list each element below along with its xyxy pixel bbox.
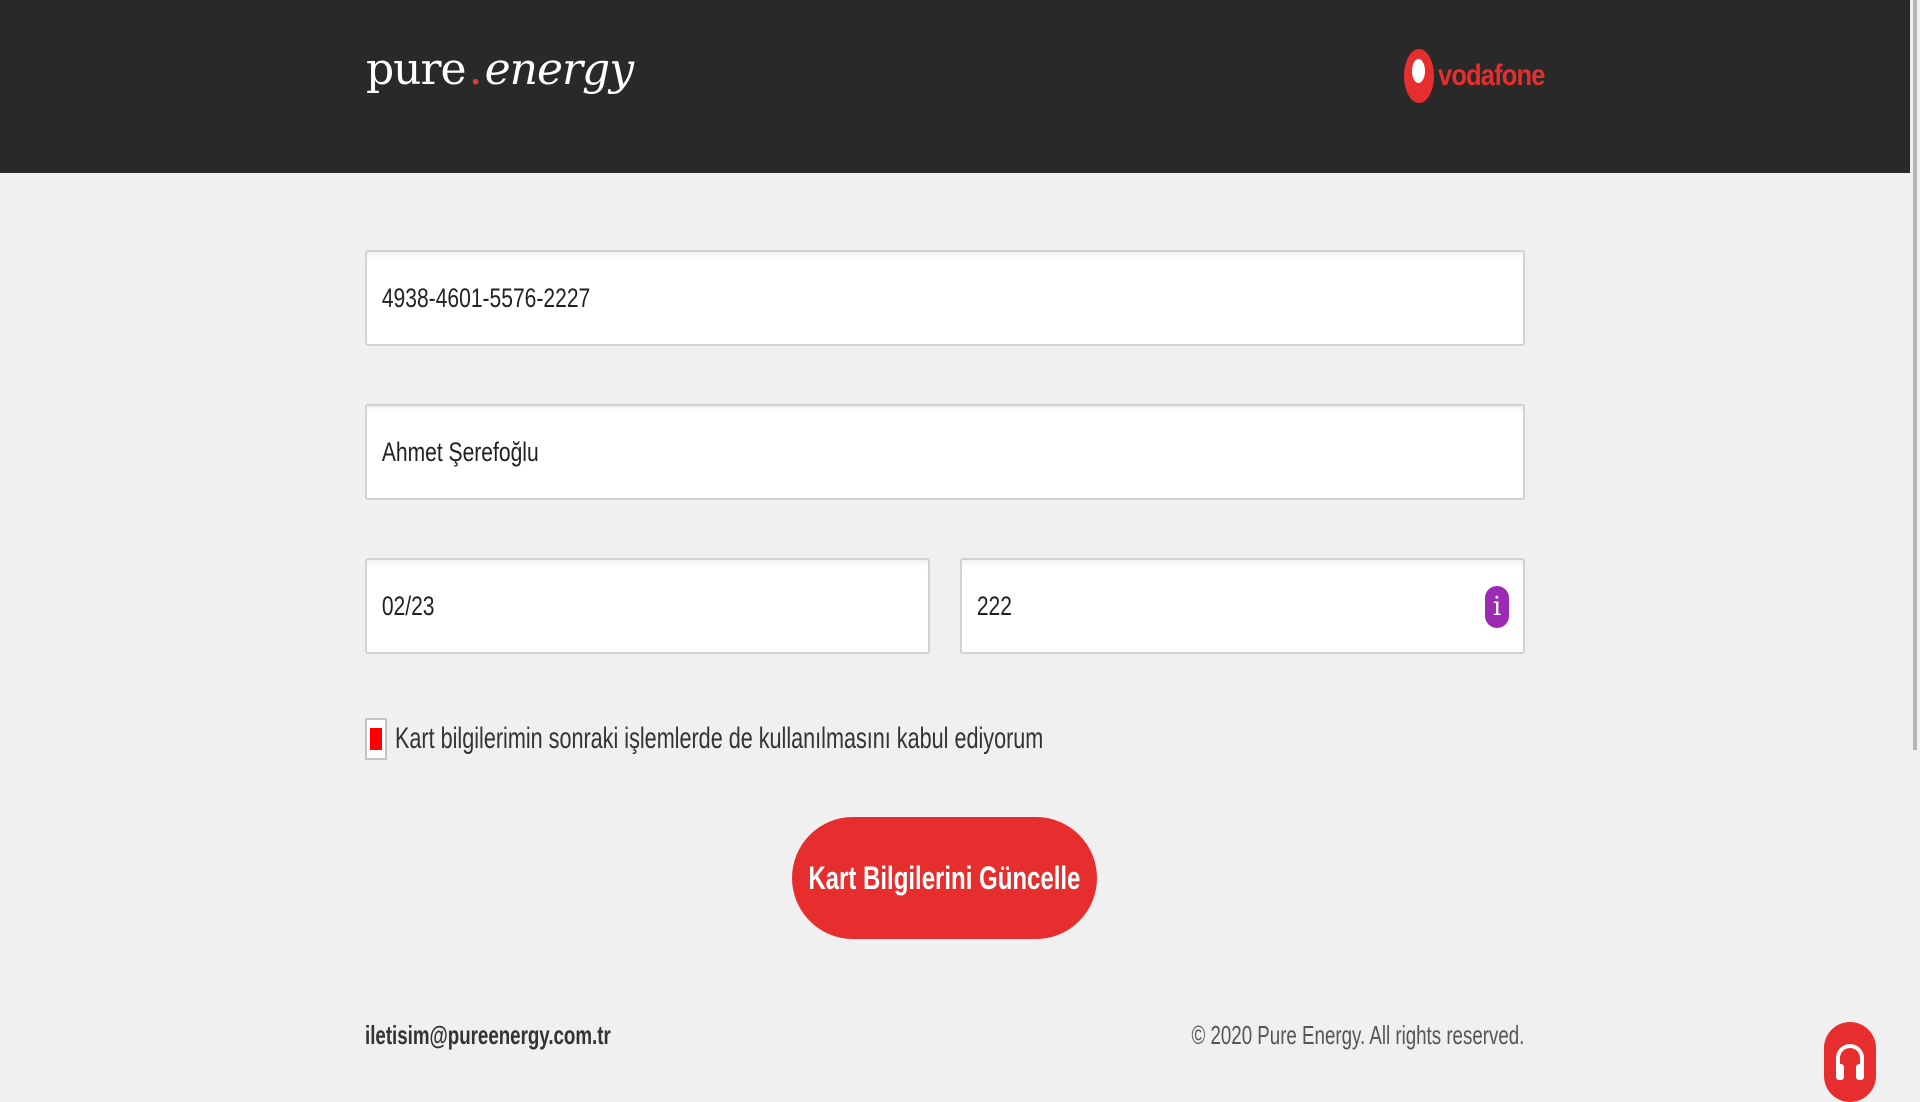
logo-energy: energy	[484, 44, 634, 95]
logo-dot: .	[468, 44, 483, 95]
vodafone-wordmark: vodafone	[1438, 59, 1545, 92]
expiry-field[interactable]	[365, 558, 930, 654]
update-card-button-label: Kart Bilgilerini Güncelle	[808, 859, 1081, 896]
headset-left-ear	[1836, 1064, 1844, 1080]
info-icon[interactable]: i	[1485, 586, 1509, 628]
card-number-input[interactable]	[367, 252, 1269, 344]
vodafone-logo[interactable]: vodafone	[1404, 49, 1563, 103]
logo-pure: pure	[366, 44, 467, 95]
card-holder-input[interactable]	[367, 406, 1269, 498]
consent-checkbox[interactable]	[365, 718, 387, 760]
vodafone-mark-icon	[1404, 49, 1434, 103]
cvv-input[interactable]	[962, 560, 1400, 652]
header: pure . energy vodafone	[0, 0, 1910, 173]
cvv-field[interactable]: i	[960, 558, 1525, 654]
consent-label[interactable]: Kart bilgilerimin sonraki işlemlerde de …	[395, 722, 1043, 756]
headset-right-ear	[1856, 1064, 1864, 1080]
scrollbar[interactable]	[1910, 0, 1920, 1088]
card-number-field[interactable]	[365, 250, 1525, 346]
checkbox-checked-mark	[370, 728, 382, 750]
contact-email-link[interactable]: iletisim@pureenergy.com.tr	[365, 1020, 611, 1051]
consent-row: Kart bilgilerimin sonraki işlemlerde de …	[365, 718, 1295, 760]
pure-energy-logo[interactable]: pure . energy	[366, 44, 634, 95]
scrollbar-thumb[interactable]	[1913, 0, 1917, 750]
update-card-button[interactable]: Kart Bilgilerini Güncelle	[792, 817, 1097, 939]
card-holder-field[interactable]	[365, 404, 1525, 500]
support-button[interactable]	[1824, 1022, 1876, 1102]
expiry-input[interactable]	[367, 560, 805, 652]
copyright-text: © 2020 Pure Energy. All rights reserved.	[1191, 1020, 1524, 1050]
